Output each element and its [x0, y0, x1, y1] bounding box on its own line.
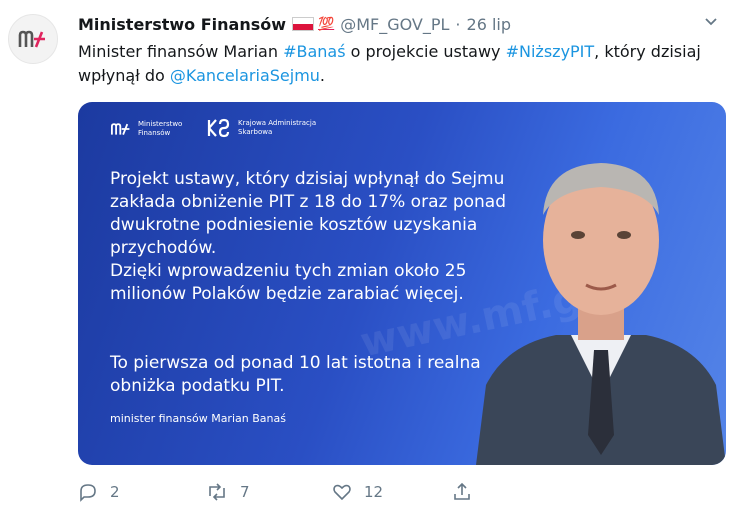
tweet-header: Ministerstwo Finansów 💯 @MF_GOV_PL · 26 …	[78, 12, 718, 36]
tweet-date[interactable]: 26 lip	[467, 15, 512, 34]
avatar[interactable]	[8, 14, 58, 64]
share-icon	[454, 482, 470, 500]
tweet-text: Minister finansów Marian #Banaś o projek…	[78, 40, 728, 88]
logo2-line2: Skarbowa	[238, 128, 273, 136]
kas-logo-icon	[207, 118, 230, 138]
reply-icon	[80, 484, 96, 502]
card-paragraph-2: Dzięki wprowadzeniu tych zmian około 25 …	[110, 261, 467, 304]
author-handle[interactable]: @MF_GOV_PL	[340, 15, 449, 34]
tweet-image[interactable]: www.mf.gov Ministerstwo Finansów Krajowa …	[78, 102, 726, 465]
card-paragraph-1: Projekt ustawy, który dzisiaj wpłynął do…	[110, 169, 506, 258]
card-paragraph-3: To pierwsza od ponad 10 lat istotna i re…	[110, 353, 481, 396]
hundred-icon: 💯	[318, 16, 335, 32]
mf-card-logo: Ministerstwo Finansów	[110, 120, 182, 138]
kas-card-logo: Krajowa Administracja Skarbowa	[206, 118, 316, 138]
tweet-actions: 2 7 12	[78, 482, 498, 512]
like-action[interactable]: 12	[332, 482, 383, 502]
hashtag-link[interactable]: #NiższyPIT	[506, 42, 595, 61]
retweet-count: 7	[240, 483, 250, 501]
retweet-action[interactable]: 7	[206, 482, 250, 502]
heart-icon	[333, 484, 351, 501]
text-segment: .	[319, 66, 326, 85]
logo2-line1: Krajowa Administracja	[238, 119, 317, 127]
text-segment: Minister finansów Marian	[78, 42, 284, 61]
mf-logo-icon	[110, 123, 130, 135]
reply-count: 2	[110, 483, 120, 501]
logo1-line2: Finansów	[138, 129, 171, 137]
share-action[interactable]	[452, 482, 472, 502]
chevron-down-icon[interactable]	[704, 14, 718, 33]
author-name[interactable]: Ministerstwo Finansów	[78, 15, 286, 34]
poland-flag-icon	[292, 17, 314, 31]
like-count: 12	[364, 483, 384, 501]
text-segment: o projekcie ustawy	[345, 42, 506, 61]
mention-link[interactable]: @KancelariaSejmu	[170, 66, 320, 85]
hashtag-link[interactable]: #Banaś	[283, 42, 345, 61]
retweet-icon	[209, 483, 225, 501]
mf-logo-icon	[18, 30, 45, 48]
logo1-line1: Ministerstwo	[138, 120, 183, 128]
minister-portrait	[476, 163, 726, 465]
card-signature: minister finansów Marian Banaś	[110, 412, 286, 425]
separator-dot: ·	[455, 14, 461, 34]
reply-action[interactable]: 2	[78, 482, 120, 502]
